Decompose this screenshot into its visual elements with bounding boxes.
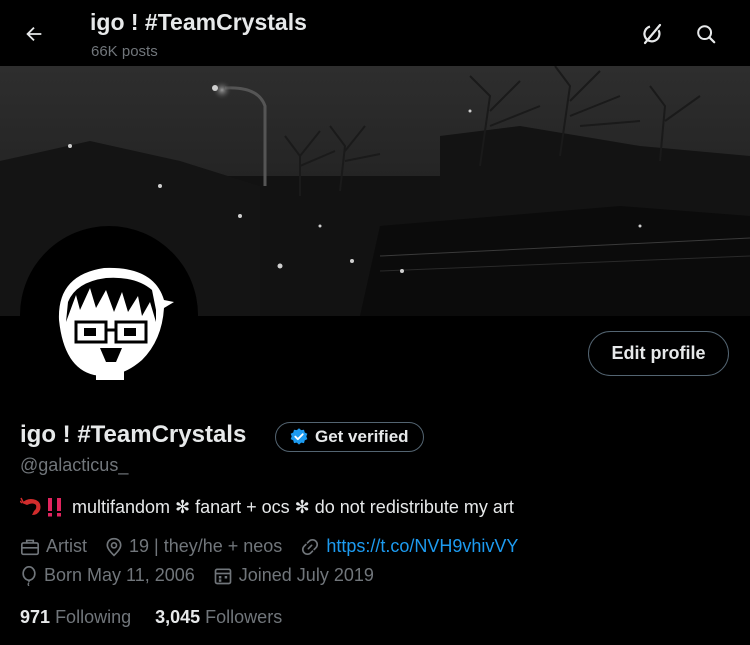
follow-stats: 971 Following 3,045 Followers (20, 607, 306, 628)
website-link[interactable]: https://t.co/NVH9vhivVY (326, 536, 518, 557)
profile-meta-row: Artist 19 | they/he + neos https://t.co/… (20, 536, 536, 557)
link-icon (302, 538, 319, 555)
avatar (24, 230, 194, 400)
bio-text: multifandom ✻ fanart + ocs ✻ do not redi… (72, 496, 514, 517)
user-handle: @galacticus_ (20, 455, 129, 475)
followers-label: Followers (205, 607, 283, 627)
profile-meta-row-2: Born May 11, 2006 Joined July 2019 (20, 565, 392, 586)
balloon-icon (22, 565, 36, 586)
shrimp-emoji (20, 497, 64, 517)
following-label: Following (55, 607, 132, 627)
get-verified-label: Get verified (315, 427, 409, 446)
grok-icon (643, 23, 662, 45)
post-count: 66K posts (91, 43, 158, 60)
back-arrow-icon (26, 26, 42, 42)
verified-badge-icon (290, 428, 308, 445)
search-button[interactable] (686, 14, 726, 54)
top-bar: igo ! #TeamCrystals 66K posts (0, 0, 750, 66)
display-name: igo ! #TeamCrystals (20, 421, 247, 448)
category-text: Artist (46, 536, 88, 556)
location-pin-icon (106, 537, 122, 556)
profile-avatar[interactable] (20, 226, 198, 404)
following-count: 971 (20, 607, 51, 627)
birthday-item: Born May 11, 2006 (20, 565, 195, 586)
calendar-icon (214, 568, 232, 584)
followers-link[interactable]: 3,045 Followers (155, 607, 282, 628)
category-item: Artist (20, 536, 87, 557)
joined-item: Joined July 2019 (213, 565, 374, 586)
joined-text: Joined July 2019 (238, 565, 374, 585)
following-link[interactable]: 971 Following (20, 607, 131, 628)
get-verified-button[interactable]: Get verified (275, 422, 424, 452)
grok-button[interactable] (632, 14, 672, 54)
briefcase-icon (21, 539, 39, 555)
followers-count: 3,045 (155, 607, 201, 627)
search-icon (697, 25, 716, 44)
edit-profile-button[interactable]: Edit profile (588, 331, 729, 376)
birthday-text: Born May 11, 2006 (44, 565, 195, 585)
back-button[interactable] (14, 14, 54, 54)
location-item: 19 | they/he + neos (105, 536, 282, 557)
website-item: https://t.co/NVH9vhivVY (300, 536, 518, 557)
bio: multifandom ✻ fanart + ocs ✻ do not redi… (20, 495, 514, 519)
header-title: igo ! #TeamCrystals (90, 9, 307, 35)
location-text: 19 | they/he + neos (129, 536, 283, 556)
